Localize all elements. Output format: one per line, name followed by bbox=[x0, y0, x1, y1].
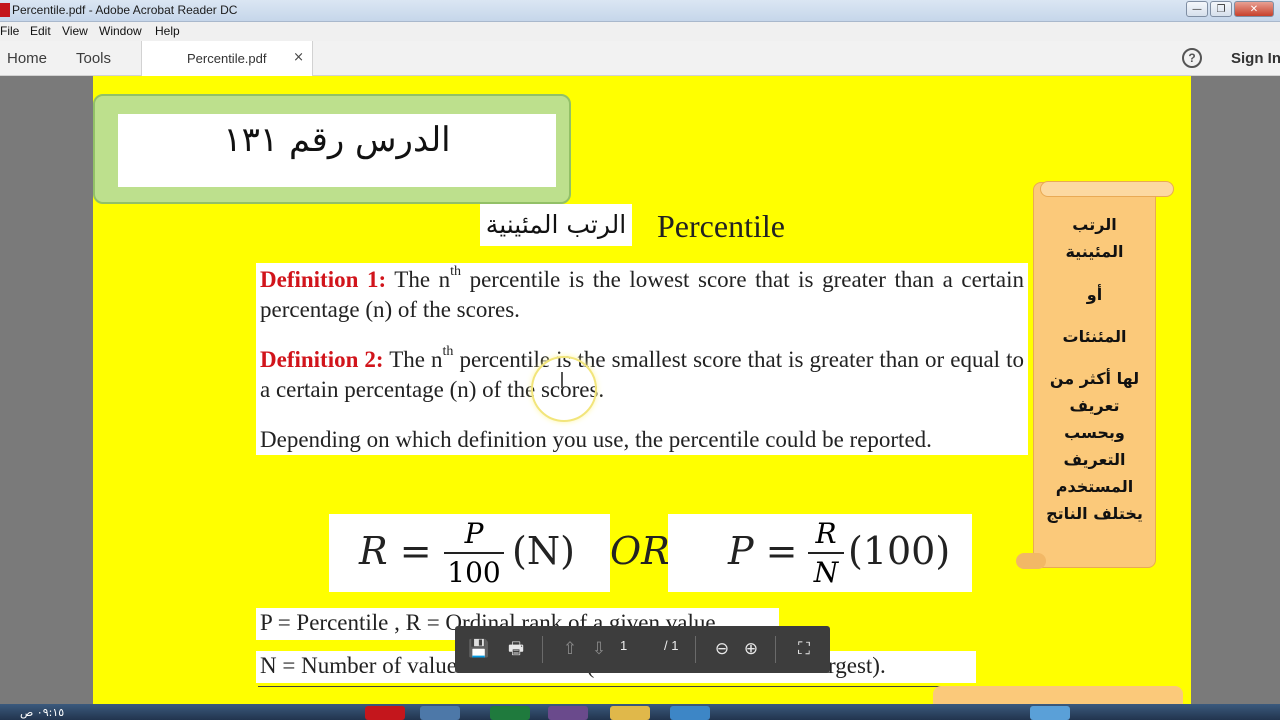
fraction-bar bbox=[808, 552, 844, 554]
formula-r: R = P 100 (N) bbox=[329, 514, 610, 592]
app-taskbar-icon[interactable] bbox=[670, 706, 710, 720]
window-controls: — ❐ ✕ bbox=[1186, 1, 1274, 17]
zoom-in-icon[interactable]: ⊕ bbox=[739, 637, 763, 661]
acrobat-app-icon bbox=[0, 3, 10, 17]
formula-p-denominator: N bbox=[813, 556, 839, 589]
document-tab[interactable]: Percentile.pdf × bbox=[141, 41, 313, 76]
page-down-icon[interactable]: ⇩ bbox=[587, 637, 611, 661]
definition-1: Definition 1: The nth percentile is the … bbox=[260, 265, 1024, 325]
formula-p-lhs: P = bbox=[728, 529, 798, 573]
menu-bar: File Edit View Window Help bbox=[0, 22, 1280, 41]
formula-p-fraction: R N bbox=[808, 517, 844, 589]
app-taskbar-icon[interactable] bbox=[548, 706, 588, 720]
definition-1-text-a: The n bbox=[386, 267, 451, 292]
legend-underline bbox=[258, 686, 1028, 687]
maximize-button[interactable]: ❐ bbox=[1210, 1, 1232, 17]
taskbar-clock: ٠٩:١٥ ص bbox=[20, 706, 65, 719]
taskbar: ٠٩:١٥ ص bbox=[0, 704, 1280, 720]
menu-help[interactable]: Help bbox=[155, 24, 180, 38]
print-icon[interactable]: 🖶 bbox=[504, 637, 528, 661]
definition-2-sup: th bbox=[442, 344, 454, 360]
save-icon[interactable]: 💾 bbox=[467, 637, 491, 661]
home-tab[interactable]: Home bbox=[7, 50, 47, 67]
side-note-line: تعريف bbox=[1069, 396, 1120, 415]
document-tab-label: Percentile.pdf bbox=[187, 51, 267, 66]
document-viewport[interactable]: الدرس رقم ١٣١ الرتب المئينية Percentile … bbox=[0, 76, 1280, 704]
zoom-out-icon[interactable]: ⊖ bbox=[710, 637, 734, 661]
window-title: Percentile.pdf - Adobe Acrobat Reader DC bbox=[12, 3, 238, 17]
close-window-button[interactable]: ✕ bbox=[1234, 1, 1274, 17]
formula-r-denominator: 100 bbox=[447, 556, 501, 589]
side-note-line: لها أكثر من bbox=[1049, 369, 1140, 388]
definition-1-sup: th bbox=[450, 264, 461, 280]
window-titlebar: Percentile.pdf - Adobe Acrobat Reader DC… bbox=[0, 0, 1280, 22]
scroll-roll-top bbox=[1040, 181, 1174, 197]
formula-r-lhs: R = bbox=[359, 529, 432, 573]
side-note-line: المئينية bbox=[1065, 242, 1124, 261]
definition-2-text-a: The n bbox=[383, 347, 443, 372]
page-total: / 1 bbox=[664, 638, 679, 653]
heading-arabic: الرتب المئينية bbox=[480, 204, 632, 246]
close-tab-icon[interactable]: × bbox=[293, 50, 304, 65]
network-taskbar-icon[interactable] bbox=[1030, 706, 1070, 720]
menu-view[interactable]: View bbox=[62, 24, 88, 38]
minimize-button[interactable]: — bbox=[1186, 1, 1208, 17]
depending-note: Depending on which definition you use, t… bbox=[260, 427, 932, 452]
side-note-line: أو bbox=[1086, 285, 1103, 304]
definition-1-label: Definition 1: bbox=[260, 267, 387, 292]
cursor-highlight bbox=[531, 356, 597, 422]
help-icon[interactable]: ? bbox=[1182, 48, 1202, 68]
lesson-title-box: الدرس رقم ١٣١ bbox=[118, 114, 556, 187]
menu-window[interactable]: Window bbox=[99, 24, 142, 38]
page-number-input[interactable]: 1 bbox=[620, 638, 627, 653]
heading-english: Percentile bbox=[657, 208, 785, 244]
menu-edit[interactable]: Edit bbox=[30, 24, 51, 38]
fraction-bar bbox=[444, 552, 504, 554]
formula-or-text: OR bbox=[610, 529, 670, 573]
definition-2: Definition 2: The nth percentile is the … bbox=[260, 345, 1024, 405]
toolbar-tabs: Home Tools Percentile.pdf × ? Sign In bbox=[0, 41, 1280, 76]
lesson-title: الدرس رقم ١٣١ bbox=[223, 120, 451, 160]
excel-taskbar-icon[interactable] bbox=[490, 706, 530, 720]
text-cursor-icon bbox=[561, 372, 563, 388]
side-note-line: المستخدم bbox=[1055, 477, 1134, 496]
formula-or: OR bbox=[610, 514, 670, 592]
side-note-line: يختلف الناتج bbox=[1046, 504, 1143, 523]
tools-tab[interactable]: Tools bbox=[76, 50, 111, 67]
page-up-icon[interactable]: ⇧ bbox=[558, 637, 582, 661]
pdf-page: الدرس رقم ١٣١ الرتب المئينية Percentile … bbox=[93, 76, 1191, 704]
floating-page-toolbar: 💾 🖶 ⇧ ⇩ ⊖ ⊕ ⛶ bbox=[455, 626, 830, 673]
side-note-line: المئنئات bbox=[1062, 327, 1127, 346]
formula-p: P = R N (100) bbox=[668, 514, 972, 592]
formula-p-numerator: R bbox=[815, 517, 837, 550]
side-note-scroll: الرتب المئينية أو المئنئات لها أكثر من ت… bbox=[1016, 181, 1174, 569]
formula-r-tail: (N) bbox=[512, 529, 575, 573]
formula-r-numerator: P bbox=[464, 517, 484, 550]
toolbar-separator bbox=[775, 636, 776, 663]
side-note-line: وبحسب bbox=[1064, 423, 1125, 442]
sign-in-button[interactable]: Sign In bbox=[1231, 50, 1280, 67]
toolbar-separator bbox=[695, 636, 696, 663]
browser-taskbar-icon[interactable] bbox=[420, 706, 460, 720]
formula-r-fraction: P 100 bbox=[444, 517, 504, 589]
acrobat-taskbar-icon[interactable] bbox=[365, 706, 405, 720]
scroll-roll-bottom bbox=[1016, 553, 1046, 569]
next-scroll-partial bbox=[933, 686, 1183, 704]
formula-p-tail: (100) bbox=[848, 529, 951, 573]
menu-file[interactable]: File bbox=[0, 24, 19, 38]
folder-taskbar-icon[interactable] bbox=[610, 706, 650, 720]
lesson-title-scroll: الدرس رقم ١٣١ bbox=[93, 94, 571, 204]
toolbar-separator bbox=[542, 636, 543, 663]
definition-2-label: Definition 2: bbox=[260, 347, 384, 372]
fit-page-icon[interactable]: ⛶ bbox=[792, 637, 816, 661]
side-note-line: الرتب bbox=[1072, 215, 1117, 234]
side-note-line: التعريف bbox=[1063, 450, 1126, 469]
definitions-box: Definition 1: The nth percentile is the … bbox=[256, 263, 1028, 455]
